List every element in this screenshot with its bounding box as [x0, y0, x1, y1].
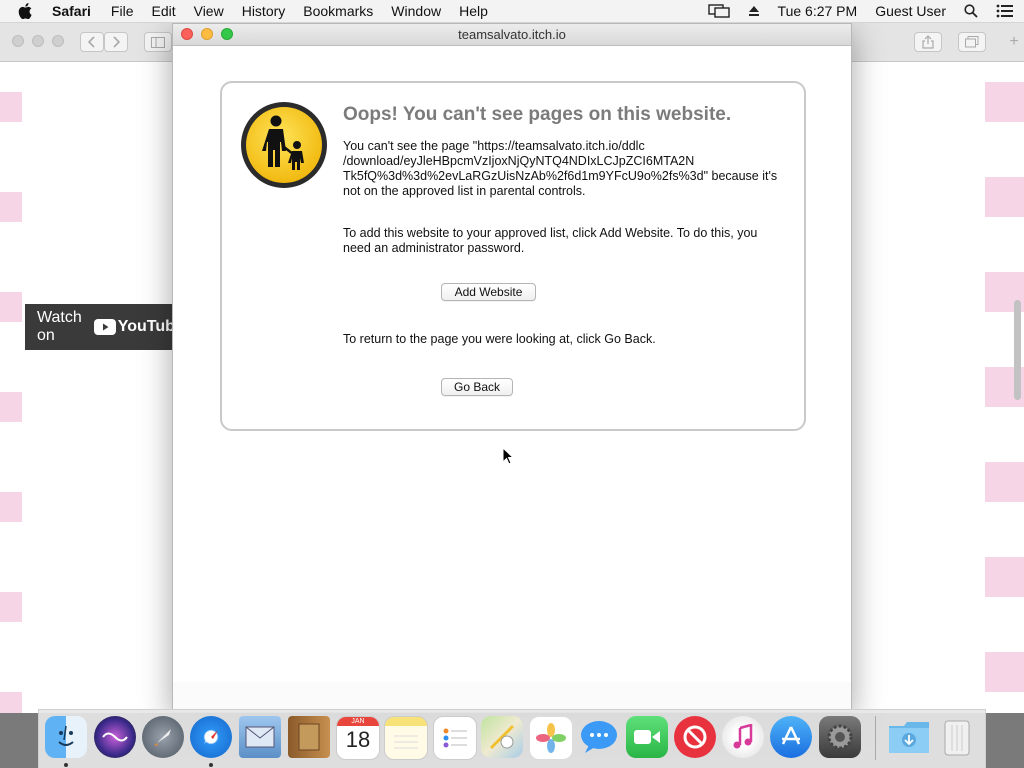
menu-user[interactable]: Guest User	[875, 3, 946, 19]
apple-menu-icon[interactable]	[18, 3, 38, 19]
dock-mail-icon[interactable]	[239, 716, 281, 758]
sidebar-toggle-button[interactable]	[144, 32, 172, 52]
mouse-pointer-icon	[502, 447, 514, 465]
menu-clock[interactable]: Tue 6:27 PM	[778, 3, 858, 19]
chevron-left-icon	[88, 36, 95, 48]
dock-siri-icon[interactable]	[94, 716, 136, 758]
dock-notes-icon[interactable]	[384, 716, 428, 760]
add-website-button[interactable]: Add Website	[441, 283, 536, 301]
left-decorative-stripe	[0, 62, 22, 713]
dock-launchpad-icon[interactable]	[142, 716, 184, 758]
youtube-watch-bar[interactable]: Watch on YouTube	[25, 304, 175, 350]
forward-button[interactable]	[104, 32, 128, 52]
menu-bookmarks[interactable]: Bookmarks	[303, 3, 373, 19]
chevron-right-icon	[113, 36, 120, 48]
block-message-panel: Oops! You can't see pages on this websit…	[220, 81, 806, 431]
dock: JAN 18	[38, 709, 986, 768]
window-title: teamsalvato.itch.io	[458, 27, 566, 42]
calendar-day: 18	[345, 727, 371, 752]
show-tabs-button[interactable]	[958, 32, 986, 52]
block-heading: Oops! You can't see pages on this websit…	[343, 104, 732, 125]
new-tab-button[interactable]: +	[1004, 32, 1024, 52]
share-icon	[922, 35, 934, 49]
add-website-instructions: To add this website to your approved lis…	[343, 226, 758, 255]
dock-itunes-icon[interactable]	[722, 716, 764, 758]
menu-bar: Safari File Edit View History Bookmarks …	[0, 0, 1024, 23]
dock-news-icon[interactable]	[674, 716, 716, 758]
dock-trash-icon[interactable]	[936, 716, 978, 758]
calendar-month: JAN	[337, 717, 379, 726]
menu-file[interactable]: File	[111, 3, 134, 19]
dock-separator	[875, 716, 876, 760]
airplay-display-icon[interactable]	[707, 4, 730, 18]
menu-app-safari[interactable]: Safari	[52, 3, 91, 19]
block-message: Oops! You can't see pages on this websit…	[343, 103, 783, 347]
parental-controls-icon	[241, 102, 327, 188]
dock-app-store-icon[interactable]	[770, 716, 812, 758]
dock-reminders-icon[interactable]	[433, 716, 477, 760]
window-titlebar: teamsalvato.itch.io	[173, 24, 851, 46]
watch-on-label: Watch on	[37, 309, 82, 344]
dock-calendar-icon[interactable]: JAN 18	[336, 716, 380, 760]
menu-edit[interactable]: Edit	[151, 3, 175, 19]
menu-view[interactable]: View	[194, 3, 224, 19]
parental-controls-window: teamsalvato.itch.io Oops! You can't see …	[172, 23, 852, 713]
dock-safari-icon[interactable]	[190, 716, 232, 758]
dock-facetime-icon[interactable]	[626, 716, 668, 758]
dock-contacts-icon[interactable]	[288, 716, 330, 758]
spotlight-search-icon[interactable]	[964, 4, 978, 18]
back-button[interactable]	[80, 32, 104, 52]
dock-photos-icon[interactable]	[529, 716, 573, 760]
youtube-play-icon	[93, 319, 116, 335]
go-back-instructions: To return to the page you were looking a…	[343, 332, 656, 346]
bg-zoom-button[interactable]	[52, 35, 64, 47]
menu-window[interactable]: Window	[391, 3, 441, 19]
dock-downloads-folder-icon[interactable]	[888, 716, 930, 758]
share-button[interactable]	[914, 32, 942, 52]
safari-running-indicator	[209, 763, 213, 767]
finder-running-indicator	[64, 763, 68, 767]
background-scrollbar[interactable]	[1014, 300, 1021, 400]
bg-minimize-button[interactable]	[32, 35, 44, 47]
blocked-url-message: You can't see the page "https://teamsalv…	[343, 139, 778, 198]
dock-system-preferences-icon[interactable]	[819, 716, 861, 758]
sidebar-icon	[151, 36, 165, 48]
window-bottom-area	[173, 682, 851, 712]
notification-center-icon[interactable]	[996, 4, 1014, 18]
plus-icon: +	[1009, 33, 1019, 50]
go-back-button[interactable]: Go Back	[441, 378, 513, 396]
menu-history[interactable]: History	[242, 3, 286, 19]
dock-maps-icon[interactable]	[481, 716, 523, 758]
eject-icon[interactable]	[748, 5, 760, 17]
bg-close-button[interactable]	[12, 35, 24, 47]
dock-finder-icon[interactable]	[45, 716, 87, 758]
youtube-logo: YouTube	[93, 318, 175, 336]
dock-messages-icon[interactable]	[578, 716, 620, 758]
tabs-icon	[965, 36, 979, 48]
menu-help[interactable]: Help	[459, 3, 488, 19]
